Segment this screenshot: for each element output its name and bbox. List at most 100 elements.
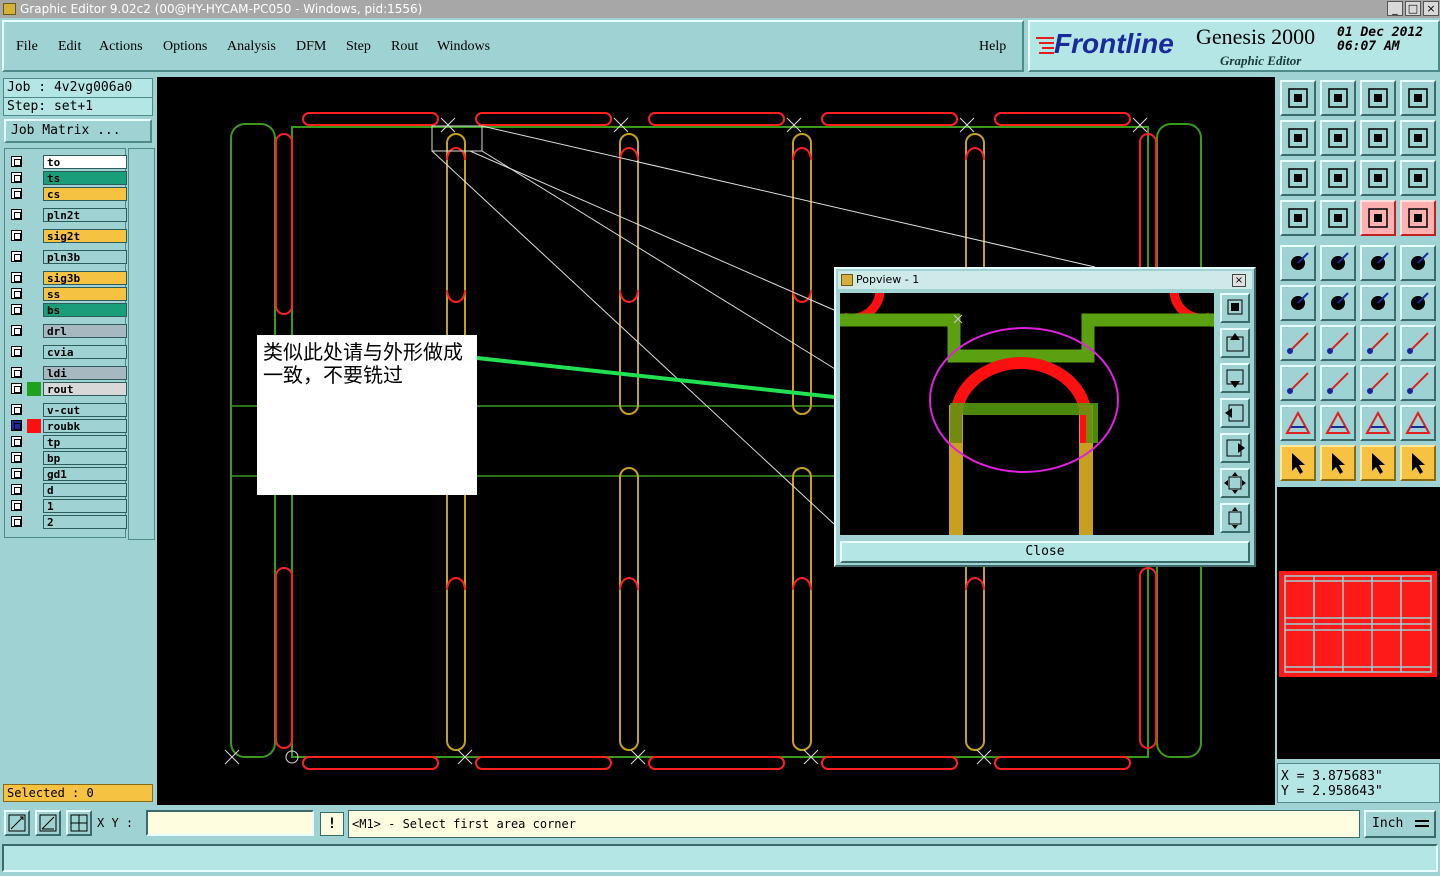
layer-checkbox[interactable]: [11, 288, 22, 299]
layer-row[interactable]: pln2t: [5, 208, 127, 222]
layer-row[interactable]: sig2t: [5, 229, 127, 243]
layer-name[interactable]: sig3b: [43, 271, 127, 285]
layer-checkbox[interactable]: [11, 436, 22, 447]
popview-close-icon[interactable]: ×: [1232, 274, 1246, 287]
layer-name[interactable]: sig2t: [43, 229, 127, 243]
layer-checkbox[interactable]: [11, 452, 22, 463]
open-job-icon[interactable]: [1280, 80, 1316, 116]
select-box-icon[interactable]: [1320, 445, 1356, 481]
layer-name[interactable]: d: [43, 483, 127, 497]
popview-zoom-out-button[interactable]: [1220, 503, 1250, 533]
menu-edit[interactable]: Edit: [58, 39, 81, 55]
layer-checkbox[interactable]: [11, 500, 22, 511]
layer-list-scrollbar[interactable]: [128, 148, 155, 540]
measure-mode-icon[interactable]: [35, 810, 61, 836]
popview-fit-button[interactable]: [1220, 468, 1250, 498]
snap-mode-icon[interactable]: [4, 810, 30, 836]
layer-row[interactable]: cs: [5, 187, 127, 201]
menu-analysis[interactable]: Analysis: [227, 39, 276, 55]
layer-row[interactable]: ts: [5, 171, 127, 185]
select-pad-icon[interactable]: [1280, 365, 1316, 401]
minimize-button[interactable]: _: [1387, 1, 1403, 16]
xy-input[interactable]: [146, 810, 314, 836]
layer-name[interactable]: roubk: [43, 419, 127, 433]
layer-name[interactable]: pln3b: [43, 250, 127, 264]
job-matrix-button[interactable]: Job Matrix ...: [4, 119, 152, 143]
triangle-edit-icon[interactable]: [1320, 405, 1356, 441]
layer-checkbox[interactable]: [11, 346, 22, 357]
ruler-icon[interactable]: [1360, 245, 1396, 281]
unit-selector[interactable]: Inch: [1364, 810, 1436, 838]
menu-help[interactable]: Help: [979, 39, 1006, 55]
tools-icon[interactable]: [1280, 200, 1316, 236]
layer-row[interactable]: to: [5, 155, 127, 169]
layer-checkbox[interactable]: [11, 484, 22, 495]
popview-close-button[interactable]: Close: [840, 541, 1250, 563]
layer-checkbox[interactable]: [11, 272, 22, 283]
layer-row[interactable]: bp: [5, 451, 127, 465]
layer-row[interactable]: rout: [5, 382, 127, 396]
add-node-icon[interactable]: [1360, 285, 1396, 321]
layer-checkbox[interactable]: [11, 420, 22, 431]
popview-pan-right-button[interactable]: [1220, 433, 1250, 463]
draw-line-icon[interactable]: [1320, 245, 1356, 281]
fit-all-icon[interactable]: [1280, 160, 1316, 196]
layer-checkbox[interactable]: [11, 172, 22, 183]
distance-icon[interactable]: [1400, 325, 1436, 361]
select-arrow-icon[interactable]: [1280, 445, 1316, 481]
layer-name[interactable]: cvia: [43, 345, 127, 359]
layer-checkbox[interactable]: [11, 156, 22, 167]
triangle-fill-icon[interactable]: [1360, 405, 1396, 441]
menu-step[interactable]: Step: [346, 39, 371, 55]
measure-icon[interactable]: [1360, 365, 1396, 401]
close-window-button[interactable]: ×: [1423, 1, 1439, 16]
popview-pan-left-button[interactable]: [1220, 398, 1250, 428]
home-icon[interactable]: [1360, 80, 1396, 116]
layer-row[interactable]: sig3b: [5, 271, 127, 285]
edit-node-icon[interactable]: [1400, 285, 1436, 321]
layer-name[interactable]: tp: [43, 435, 127, 449]
menu-options[interactable]: Options: [163, 39, 207, 55]
cut-line-icon[interactable]: [1320, 365, 1356, 401]
grid-icon[interactable]: [1320, 200, 1356, 236]
move-left-icon[interactable]: [1280, 120, 1316, 156]
layer-row[interactable]: gd1: [5, 467, 127, 481]
layer-checkbox[interactable]: [11, 304, 22, 315]
window-layout-icon[interactable]: [1400, 80, 1436, 116]
layer-select-icon[interactable]: [1400, 200, 1436, 236]
execute-button[interactable]: !: [320, 812, 344, 836]
layer-checkbox[interactable]: [11, 404, 22, 415]
angle-icon[interactable]: [1280, 325, 1316, 361]
delete-icon[interactable]: [1320, 285, 1356, 321]
layer-row[interactable]: roubk: [5, 419, 127, 433]
layer-checkbox[interactable]: [11, 230, 22, 241]
triangle-icon[interactable]: [1280, 405, 1316, 441]
help-icon[interactable]: [1400, 160, 1436, 196]
layer-name[interactable]: rout: [43, 382, 127, 396]
layer-checkbox[interactable]: [11, 188, 22, 199]
add-pad-icon[interactable]: [1280, 245, 1316, 281]
popview-pan-up-button[interactable]: [1220, 328, 1250, 358]
rotate-icon[interactable]: [1360, 120, 1396, 156]
pad-icon[interactable]: [1400, 245, 1436, 281]
move-right-icon[interactable]: [1320, 120, 1356, 156]
menu-rout[interactable]: Rout: [391, 39, 418, 55]
layer-name[interactable]: bs: [43, 303, 127, 317]
layer-checkbox[interactable]: [11, 468, 22, 479]
layer-name[interactable]: cs: [43, 187, 127, 201]
layer-name[interactable]: 2: [43, 515, 127, 529]
layer-row[interactable]: bs: [5, 303, 127, 317]
popview-pan-down-button[interactable]: [1220, 363, 1250, 393]
layer-name[interactable]: ts: [43, 171, 127, 185]
menu-dfm[interactable]: DFM: [296, 39, 326, 55]
layer-checkbox[interactable]: [11, 367, 22, 378]
scale-1-2-icon[interactable]: [1360, 160, 1396, 196]
line-edit-icon[interactable]: [1320, 325, 1356, 361]
layer-name[interactable]: to: [43, 155, 127, 169]
layer-row[interactable]: pln3b: [5, 250, 127, 264]
popview-canvas[interactable]: [840, 290, 1214, 535]
layer-row[interactable]: drl: [5, 324, 127, 338]
layer-checkbox[interactable]: [11, 325, 22, 336]
overview-window[interactable]: [1277, 487, 1440, 759]
layer-row[interactable]: ldi: [5, 366, 127, 380]
